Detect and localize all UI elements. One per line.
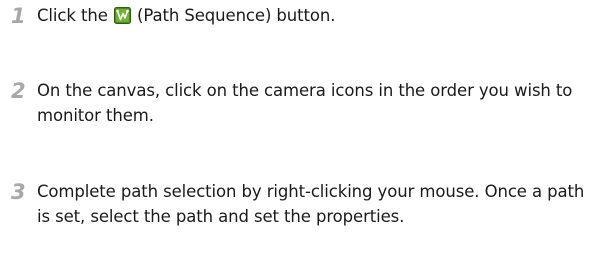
step-text: Complete path selection by right-clickin… xyxy=(37,182,585,226)
step-number: 1 xyxy=(11,4,26,28)
step-number: 3 xyxy=(11,180,26,204)
step-number: 2 xyxy=(11,79,26,103)
path-sequence-icon xyxy=(113,6,131,24)
step-text: Click the (Path Sequence) button. xyxy=(37,3,585,28)
step-text-before-icon: Click the xyxy=(37,6,113,25)
step-text: On the canvas, click on the camera icons… xyxy=(37,81,573,125)
step-text-after-icon: (Path Sequence) button. xyxy=(131,6,336,25)
